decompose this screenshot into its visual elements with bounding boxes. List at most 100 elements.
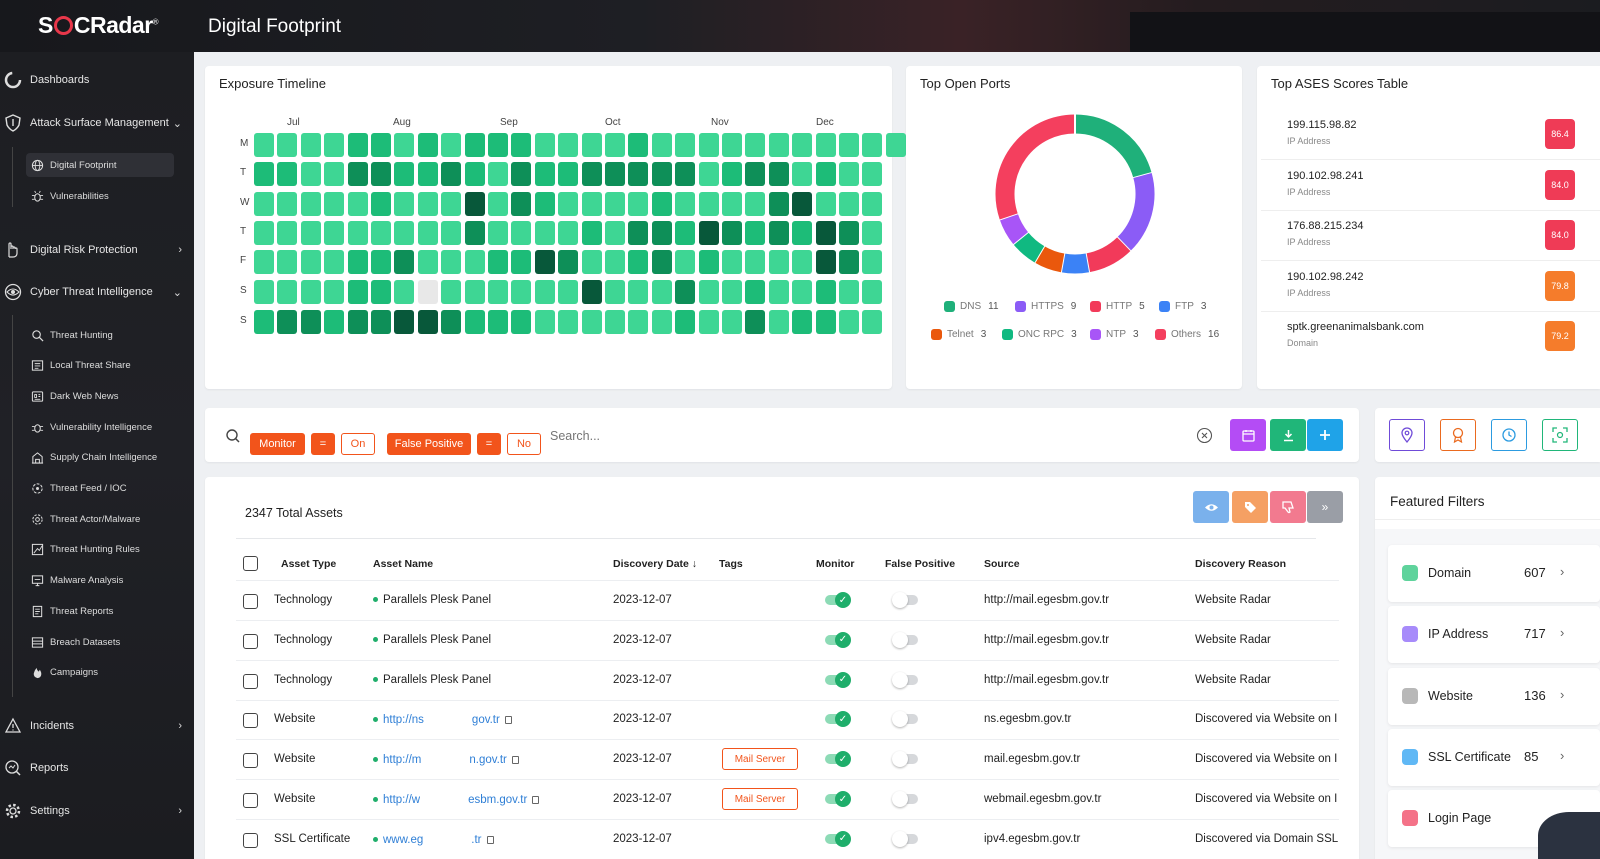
sidebar-item-incidents[interactable]: Incidents › (0, 711, 194, 741)
heatmap-cell[interactable] (862, 162, 883, 186)
column-header-discovery-reason[interactable]: Discovery Reason (1195, 558, 1286, 570)
monitor-toggle[interactable]: ✓ (825, 631, 851, 648)
heatmap-cell[interactable] (581, 280, 602, 304)
heatmap-cell[interactable] (628, 221, 649, 245)
heatmap-cell[interactable] (394, 250, 415, 274)
heatmap-cell[interactable] (254, 280, 274, 304)
heatmap-cell[interactable] (722, 310, 742, 334)
search-input[interactable] (550, 426, 1150, 446)
heatmap-cell[interactable] (277, 162, 298, 186)
heatmap-cell[interactable] (792, 162, 813, 186)
chevron-right-icon[interactable]: › (1560, 564, 1564, 579)
false-positive-toggle[interactable] (892, 631, 918, 648)
heatmap-cell[interactable] (815, 310, 836, 334)
heatmap-cell[interactable] (277, 221, 298, 245)
heatmap-cell[interactable] (324, 192, 345, 216)
heatmap-cell[interactable] (300, 310, 321, 334)
heatmap-cell[interactable] (371, 250, 391, 274)
heatmap-cell[interactable] (300, 192, 321, 216)
heatmap-cell[interactable] (441, 162, 462, 186)
ases-asset-name[interactable]: 190.102.98.241 (1287, 170, 1363, 182)
sidebar-item-cyber-threat-intelligence[interactable]: Cyber Threat Intelligence ⌄ (0, 277, 194, 307)
heatmap-cell[interactable] (464, 133, 485, 157)
heatmap-cell[interactable] (300, 221, 321, 245)
heatmap-cell[interactable] (698, 162, 719, 186)
featured-filter-domain[interactable]: Domain 607 › (1388, 545, 1600, 602)
heatmap-cell[interactable] (768, 192, 789, 216)
monitor-toggle[interactable]: ✓ (825, 830, 851, 847)
donut-slice-ftp[interactable] (1060, 253, 1090, 274)
ases-asset-name[interactable]: 190.102.98.242 (1287, 271, 1363, 283)
heatmap-cell[interactable] (745, 221, 766, 245)
copy-icon[interactable] (511, 756, 519, 765)
heatmap-cell[interactable] (371, 280, 391, 304)
monitor-toggle[interactable]: ✓ (825, 592, 851, 608)
heatmap-cell[interactable] (675, 192, 696, 216)
asset-name-link[interactable]: http://w (383, 794, 420, 806)
heatmap-cell[interactable] (581, 250, 602, 274)
heatmap-cell[interactable] (371, 162, 391, 186)
heatmap-cell[interactable] (254, 221, 274, 245)
column-header-source[interactable]: Source (984, 558, 1020, 570)
sidebar-item-local-threat-share[interactable]: Local Threat Share (26, 354, 174, 378)
chevron-right-icon[interactable]: › (1560, 748, 1564, 763)
heatmap-cell[interactable] (605, 162, 625, 186)
heatmap-cell[interactable] (745, 280, 766, 304)
scan-button[interactable] (1542, 419, 1578, 451)
heatmap-cell[interactable] (347, 250, 368, 274)
sidebar-item-threat-hunting[interactable]: Threat Hunting (26, 323, 174, 347)
heatmap-cell[interactable] (651, 192, 672, 216)
heatmap-cell[interactable] (839, 162, 859, 186)
heatmap-cell[interactable] (558, 250, 579, 274)
heatmap-cell[interactable] (371, 133, 391, 157)
heatmap-cell[interactable] (722, 162, 742, 186)
heatmap-cell[interactable] (464, 280, 485, 304)
heatmap-cell[interactable] (558, 192, 579, 216)
calendar-button[interactable] (1230, 419, 1266, 451)
history-button[interactable] (1491, 419, 1527, 451)
heatmap-cell[interactable] (558, 162, 579, 186)
heatmap-cell[interactable] (605, 250, 625, 274)
column-header-tags[interactable]: Tags (719, 558, 743, 570)
heatmap-cell[interactable] (675, 280, 696, 304)
heatmap-cell[interactable] (605, 280, 625, 304)
table-row[interactable]: Website http://ns gov.tr 2023-12-07 ✓ ns.eges… (236, 700, 1339, 741)
row-checkbox[interactable] (243, 633, 258, 649)
sidebar-item-campaigns[interactable]: Campaigns (26, 661, 174, 685)
legend-item-ftp[interactable]: FTP 3 (1159, 301, 1206, 312)
heatmap-cell[interactable] (885, 133, 906, 157)
heatmap-cell[interactable] (862, 250, 883, 274)
heatmap-cell[interactable] (722, 280, 742, 304)
false-positive-toggle[interactable] (892, 751, 918, 768)
heatmap-cell[interactable] (792, 133, 813, 157)
tag-badge[interactable]: Mail Server (722, 788, 798, 810)
heatmap-cell[interactable] (511, 162, 532, 186)
heatmap-cell[interactable] (651, 280, 672, 304)
heatmap-cell[interactable] (464, 162, 485, 186)
heatmap-cell[interactable] (441, 310, 462, 334)
asset-name-link[interactable]: www.eg (383, 834, 423, 846)
ases-row[interactable]: 190.102.98.241 IP Address 84.0 (1261, 160, 1600, 211)
heatmap-cell[interactable] (534, 280, 555, 304)
sidebar-item-supply-chain-intelligence[interactable]: Supply Chain Intelligence (26, 446, 174, 470)
heatmap-cell[interactable] (628, 280, 649, 304)
heatmap-cell[interactable] (768, 221, 789, 245)
heatmap-cell[interactable] (488, 192, 508, 216)
heatmap-cell[interactable] (441, 250, 462, 274)
column-header-discovery-date[interactable]: Discovery Date ↓ (613, 558, 697, 570)
heatmap-cell[interactable] (324, 310, 345, 334)
filter-chip-no[interactable]: No (507, 433, 541, 455)
heatmap-cell[interactable] (605, 192, 625, 216)
asset-name[interactable]: Parallels Plesk Panel (383, 634, 491, 646)
heatmap-cell[interactable] (862, 280, 883, 304)
sidebar-item-threat-feed-ioc[interactable]: Threat Feed / IOC (26, 477, 174, 501)
monitor-toggle[interactable]: ✓ (825, 671, 851, 688)
heatmap-cell[interactable] (628, 192, 649, 216)
heatmap-cell[interactable] (581, 133, 602, 157)
sidebar-item-threat-actor-malware[interactable]: Threat Actor/Malware (26, 507, 174, 531)
featured-filter-ssl-certificate[interactable]: SSL Certificate 85 › (1388, 728, 1600, 786)
heatmap-cell[interactable] (839, 250, 859, 274)
heatmap-cell[interactable] (300, 250, 321, 274)
copy-icon[interactable] (486, 835, 494, 844)
heatmap-cell[interactable] (651, 250, 672, 274)
